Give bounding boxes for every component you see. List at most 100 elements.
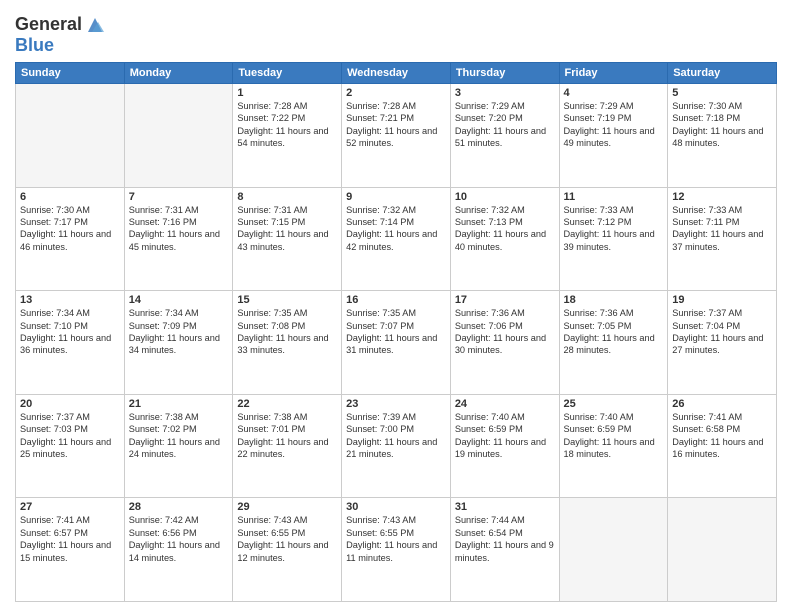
calendar-table: SundayMondayTuesdayWednesdayThursdayFrid… <box>15 62 777 602</box>
logo-icon <box>84 14 106 36</box>
week-row-2: 6Sunrise: 7:30 AM Sunset: 7:17 PM Daylig… <box>16 187 777 291</box>
logo: General Blue <box>15 14 106 56</box>
day-detail: Sunrise: 7:28 AM Sunset: 7:21 PM Dayligh… <box>346 100 446 150</box>
day-detail: Sunrise: 7:35 AM Sunset: 7:08 PM Dayligh… <box>237 307 337 357</box>
day-cell: 18Sunrise: 7:36 AM Sunset: 7:05 PM Dayli… <box>559 291 668 395</box>
day-detail: Sunrise: 7:38 AM Sunset: 7:01 PM Dayligh… <box>237 411 337 461</box>
day-number: 3 <box>455 87 555 99</box>
day-number: 21 <box>129 398 229 410</box>
day-cell: 23Sunrise: 7:39 AM Sunset: 7:00 PM Dayli… <box>342 394 451 498</box>
day-number: 31 <box>455 501 555 513</box>
day-number: 13 <box>20 294 120 306</box>
week-row-3: 13Sunrise: 7:34 AM Sunset: 7:10 PM Dayli… <box>16 291 777 395</box>
day-detail: Sunrise: 7:40 AM Sunset: 6:59 PM Dayligh… <box>564 411 664 461</box>
day-cell: 16Sunrise: 7:35 AM Sunset: 7:07 PM Dayli… <box>342 291 451 395</box>
day-detail: Sunrise: 7:40 AM Sunset: 6:59 PM Dayligh… <box>455 411 555 461</box>
day-cell: 4Sunrise: 7:29 AM Sunset: 7:19 PM Daylig… <box>559 84 668 188</box>
day-number: 16 <box>346 294 446 306</box>
day-detail: Sunrise: 7:35 AM Sunset: 7:07 PM Dayligh… <box>346 307 446 357</box>
day-detail: Sunrise: 7:41 AM Sunset: 6:58 PM Dayligh… <box>672 411 772 461</box>
logo-text-general: General <box>15 15 82 35</box>
day-detail: Sunrise: 7:43 AM Sunset: 6:55 PM Dayligh… <box>346 514 446 564</box>
day-cell: 29Sunrise: 7:43 AM Sunset: 6:55 PM Dayli… <box>233 498 342 602</box>
day-number: 28 <box>129 501 229 513</box>
day-cell: 28Sunrise: 7:42 AM Sunset: 6:56 PM Dayli… <box>124 498 233 602</box>
day-number: 2 <box>346 87 446 99</box>
day-cell: 27Sunrise: 7:41 AM Sunset: 6:57 PM Dayli… <box>16 498 125 602</box>
day-number: 12 <box>672 191 772 203</box>
day-detail: Sunrise: 7:31 AM Sunset: 7:16 PM Dayligh… <box>129 204 229 254</box>
day-detail: Sunrise: 7:39 AM Sunset: 7:00 PM Dayligh… <box>346 411 446 461</box>
day-detail: Sunrise: 7:33 AM Sunset: 7:12 PM Dayligh… <box>564 204 664 254</box>
day-cell: 21Sunrise: 7:38 AM Sunset: 7:02 PM Dayli… <box>124 394 233 498</box>
column-header-monday: Monday <box>124 63 233 84</box>
day-detail: Sunrise: 7:37 AM Sunset: 7:03 PM Dayligh… <box>20 411 120 461</box>
day-cell: 2Sunrise: 7:28 AM Sunset: 7:21 PM Daylig… <box>342 84 451 188</box>
day-number: 26 <box>672 398 772 410</box>
day-detail: Sunrise: 7:36 AM Sunset: 7:05 PM Dayligh… <box>564 307 664 357</box>
day-cell: 24Sunrise: 7:40 AM Sunset: 6:59 PM Dayli… <box>450 394 559 498</box>
day-cell: 3Sunrise: 7:29 AM Sunset: 7:20 PM Daylig… <box>450 84 559 188</box>
day-number: 19 <box>672 294 772 306</box>
day-detail: Sunrise: 7:37 AM Sunset: 7:04 PM Dayligh… <box>672 307 772 357</box>
day-number: 17 <box>455 294 555 306</box>
day-cell: 19Sunrise: 7:37 AM Sunset: 7:04 PM Dayli… <box>668 291 777 395</box>
day-detail: Sunrise: 7:36 AM Sunset: 7:06 PM Dayligh… <box>455 307 555 357</box>
day-number: 27 <box>20 501 120 513</box>
day-detail: Sunrise: 7:42 AM Sunset: 6:56 PM Dayligh… <box>129 514 229 564</box>
day-cell: 15Sunrise: 7:35 AM Sunset: 7:08 PM Dayli… <box>233 291 342 395</box>
day-number: 8 <box>237 191 337 203</box>
day-cell <box>124 84 233 188</box>
day-number: 29 <box>237 501 337 513</box>
column-header-saturday: Saturday <box>668 63 777 84</box>
day-detail: Sunrise: 7:34 AM Sunset: 7:09 PM Dayligh… <box>129 307 229 357</box>
day-cell: 31Sunrise: 7:44 AM Sunset: 6:54 PM Dayli… <box>450 498 559 602</box>
column-header-wednesday: Wednesday <box>342 63 451 84</box>
day-detail: Sunrise: 7:41 AM Sunset: 6:57 PM Dayligh… <box>20 514 120 564</box>
day-cell: 25Sunrise: 7:40 AM Sunset: 6:59 PM Dayli… <box>559 394 668 498</box>
day-cell: 7Sunrise: 7:31 AM Sunset: 7:16 PM Daylig… <box>124 187 233 291</box>
header: General Blue <box>15 10 777 56</box>
column-header-thursday: Thursday <box>450 63 559 84</box>
day-detail: Sunrise: 7:30 AM Sunset: 7:17 PM Dayligh… <box>20 204 120 254</box>
day-cell: 30Sunrise: 7:43 AM Sunset: 6:55 PM Dayli… <box>342 498 451 602</box>
day-cell: 20Sunrise: 7:37 AM Sunset: 7:03 PM Dayli… <box>16 394 125 498</box>
day-number: 15 <box>237 294 337 306</box>
day-cell: 1Sunrise: 7:28 AM Sunset: 7:22 PM Daylig… <box>233 84 342 188</box>
week-row-1: 1Sunrise: 7:28 AM Sunset: 7:22 PM Daylig… <box>16 84 777 188</box>
day-cell <box>668 498 777 602</box>
day-detail: Sunrise: 7:38 AM Sunset: 7:02 PM Dayligh… <box>129 411 229 461</box>
day-detail: Sunrise: 7:28 AM Sunset: 7:22 PM Dayligh… <box>237 100 337 150</box>
day-number: 5 <box>672 87 772 99</box>
day-number: 4 <box>564 87 664 99</box>
day-number: 1 <box>237 87 337 99</box>
logo-text-blue: Blue <box>15 35 54 55</box>
day-number: 23 <box>346 398 446 410</box>
day-number: 7 <box>129 191 229 203</box>
day-detail: Sunrise: 7:32 AM Sunset: 7:14 PM Dayligh… <box>346 204 446 254</box>
day-number: 14 <box>129 294 229 306</box>
day-number: 11 <box>564 191 664 203</box>
day-cell: 9Sunrise: 7:32 AM Sunset: 7:14 PM Daylig… <box>342 187 451 291</box>
day-number: 6 <box>20 191 120 203</box>
day-cell: 10Sunrise: 7:32 AM Sunset: 7:13 PM Dayli… <box>450 187 559 291</box>
day-detail: Sunrise: 7:32 AM Sunset: 7:13 PM Dayligh… <box>455 204 555 254</box>
week-row-5: 27Sunrise: 7:41 AM Sunset: 6:57 PM Dayli… <box>16 498 777 602</box>
day-cell: 14Sunrise: 7:34 AM Sunset: 7:09 PM Dayli… <box>124 291 233 395</box>
header-row: SundayMondayTuesdayWednesdayThursdayFrid… <box>16 63 777 84</box>
day-number: 30 <box>346 501 446 513</box>
column-header-sunday: Sunday <box>16 63 125 84</box>
day-cell: 5Sunrise: 7:30 AM Sunset: 7:18 PM Daylig… <box>668 84 777 188</box>
day-cell <box>16 84 125 188</box>
column-header-tuesday: Tuesday <box>233 63 342 84</box>
day-number: 18 <box>564 294 664 306</box>
calendar-page: General Blue SundayMondayTuesdayWednesda… <box>0 0 792 612</box>
day-number: 20 <box>20 398 120 410</box>
day-detail: Sunrise: 7:44 AM Sunset: 6:54 PM Dayligh… <box>455 514 555 564</box>
column-header-friday: Friday <box>559 63 668 84</box>
day-cell: 13Sunrise: 7:34 AM Sunset: 7:10 PM Dayli… <box>16 291 125 395</box>
day-cell: 6Sunrise: 7:30 AM Sunset: 7:17 PM Daylig… <box>16 187 125 291</box>
day-detail: Sunrise: 7:29 AM Sunset: 7:20 PM Dayligh… <box>455 100 555 150</box>
day-number: 25 <box>564 398 664 410</box>
day-cell: 26Sunrise: 7:41 AM Sunset: 6:58 PM Dayli… <box>668 394 777 498</box>
